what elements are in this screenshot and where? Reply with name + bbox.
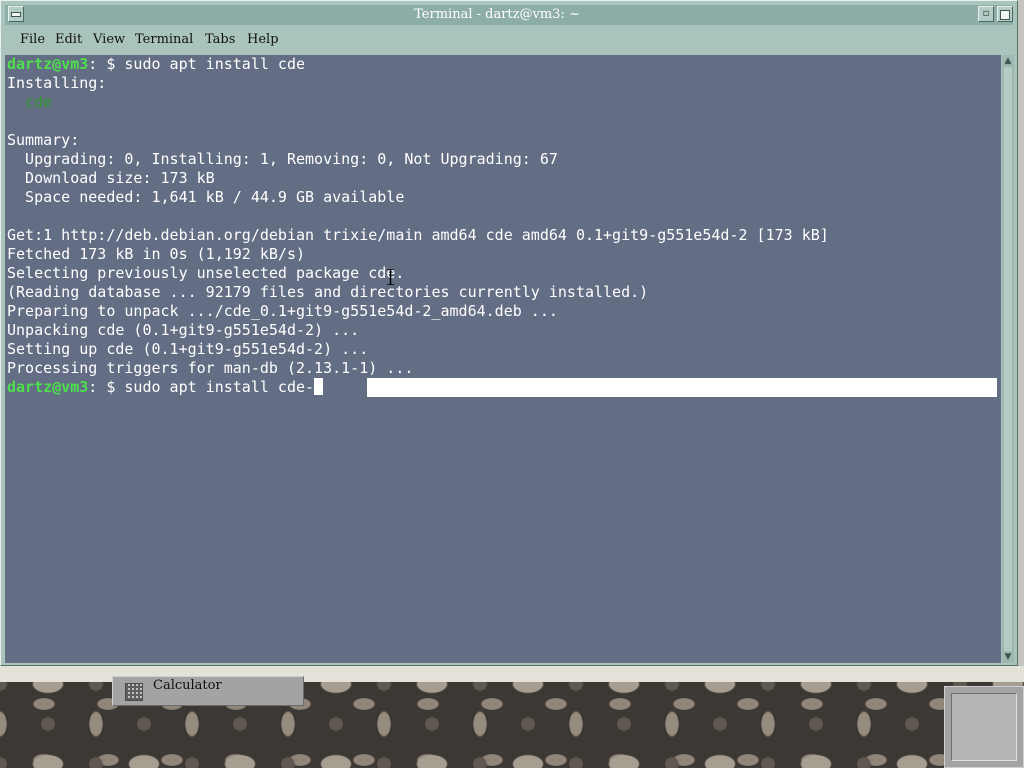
- scroll-up-icon[interactable]: ▲: [1003, 56, 1013, 66]
- menu-file[interactable]: File: [20, 28, 45, 52]
- output-line: Space needed: 1,641 kB / 44.9 GB availab…: [7, 188, 405, 206]
- calculator-label: Calculator: [153, 678, 222, 693]
- output-line: Installing:: [7, 74, 107, 92]
- window-title: Terminal - dartz@vm3: ~: [414, 7, 580, 22]
- prompt-colon: :: [88, 378, 98, 396]
- text-selection: [367, 378, 997, 397]
- window-menu-button[interactable]: [8, 6, 24, 22]
- menu-terminal[interactable]: Terminal: [135, 28, 193, 52]
- workspace-panel-inner: [951, 693, 1017, 761]
- minimize-button[interactable]: ▫: [978, 6, 994, 22]
- maximize-button[interactable]: [997, 6, 1013, 22]
- terminal-window: Terminal - dartz@vm3: ~ ▫ File Edit View…: [0, 0, 1018, 666]
- prompt-symbol: $: [97, 55, 125, 73]
- output-line: Preparing to unpack .../cde_0.1+git9-g55…: [7, 302, 558, 320]
- output-line: (Reading database ... 92179 files and di…: [7, 283, 649, 301]
- menu-tabs[interactable]: Tabs: [205, 28, 235, 52]
- calculator-icon: [125, 683, 143, 701]
- menu-bar: File Edit View Terminal Tabs Help: [5, 28, 1013, 52]
- workspace-panel[interactable]: [944, 686, 1024, 768]
- output-line: Selecting previously unselected package …: [7, 264, 405, 282]
- i-beam-cursor-icon: [387, 269, 394, 285]
- prompt-symbol: $: [97, 378, 125, 396]
- output-line: Unpacking cde (0.1+git9-g551e54d-2) ...: [7, 321, 360, 339]
- output-line: Get:1 http://deb.debian.org/debian trixi…: [7, 226, 829, 244]
- menu-help[interactable]: Help: [247, 28, 279, 52]
- terminal-cursor: [314, 378, 324, 395]
- window-menu-icon: [11, 12, 21, 17]
- output-line: Processing triggers for man-db (2.13.1-1…: [7, 359, 414, 377]
- prompt-colon: :: [88, 55, 98, 73]
- command-input[interactable]: sudo apt install cde-: [124, 378, 314, 396]
- scroll-down-icon[interactable]: ▼: [1003, 652, 1013, 662]
- command-line-1: dartz@vm3: $ sudo apt install cde: [7, 55, 305, 74]
- title-bar[interactable]: Terminal - dartz@vm3: ~ ▫: [5, 5, 1013, 25]
- prompt-user: dartz@vm3: [7, 55, 89, 73]
- vertical-scrollbar[interactable]: ▲ ▼: [1002, 55, 1014, 663]
- output-line: Fetched 173 kB in 0s (1,192 kB/s): [7, 245, 306, 263]
- menu-edit[interactable]: Edit: [55, 28, 82, 52]
- scrollbar-track[interactable]: [1004, 67, 1012, 651]
- menu-view[interactable]: View: [93, 28, 125, 52]
- calculator-launcher[interactable]: Calculator: [112, 676, 304, 706]
- command-line-2: dartz@vm3: $ sudo apt install cde-: [7, 378, 324, 397]
- output-line: Summary:: [7, 131, 80, 149]
- output-line: Download size: 173 kB: [7, 169, 215, 187]
- terminal-output[interactable]: dartz@vm3: $ sudo apt install cde Instal…: [5, 55, 1001, 663]
- maximize-icon: [1000, 10, 1010, 20]
- output-line-package: cde: [7, 93, 53, 111]
- output-line: Setting up cde (0.1+git9-g551e54d-2) ...: [7, 340, 369, 358]
- command-text: sudo apt install cde: [124, 55, 306, 73]
- minimize-icon: ▫: [982, 8, 990, 19]
- output-line: Upgrading: 0, Installing: 1, Removing: 0…: [7, 150, 558, 168]
- prompt-user: dartz@vm3: [7, 378, 89, 396]
